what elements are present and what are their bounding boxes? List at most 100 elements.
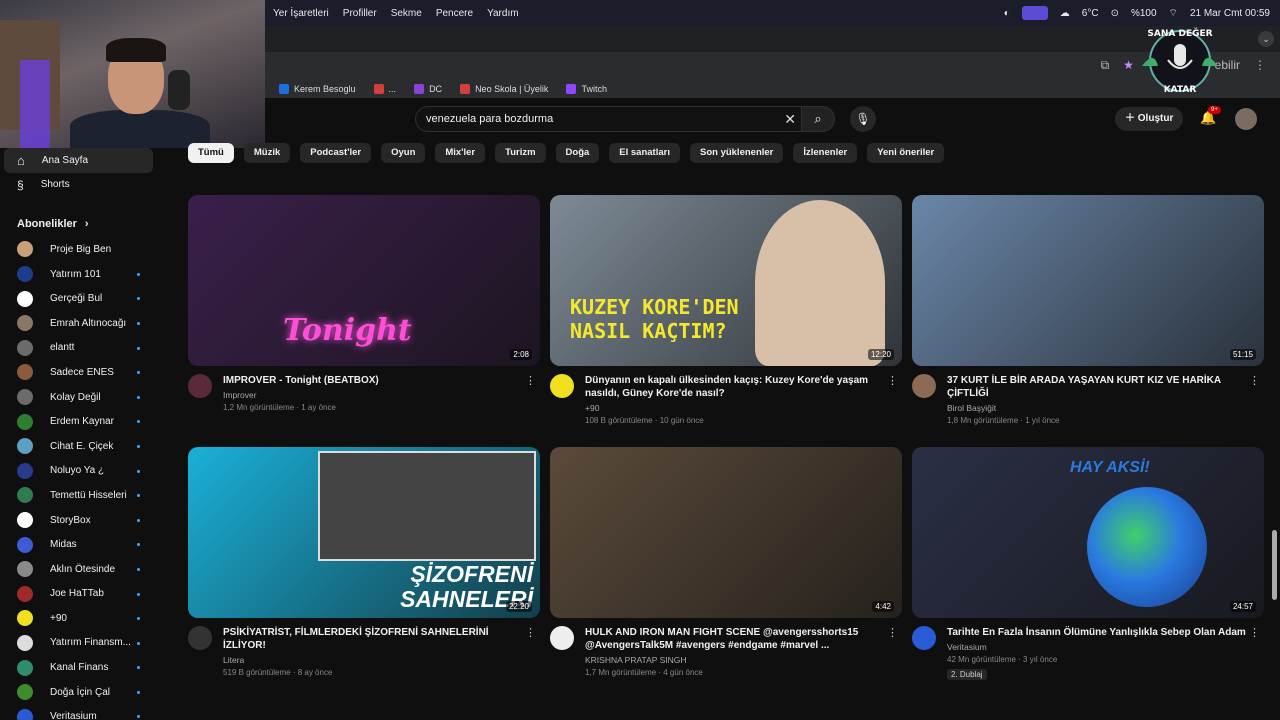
subscription-item[interactable]: Midas [0,532,165,557]
subscription-item[interactable]: Cihat E. Çiçek [0,434,165,459]
channel-avatar[interactable] [912,374,936,398]
sidebar-shorts-label: Shorts [40,179,70,191]
subscription-item[interactable]: Kanal Finans [0,655,165,680]
cast-icon[interactable]: ⧉ [1101,58,1110,73]
video-thumbnail[interactable]: ŞİZOFRENİ SAHNELERİ 22:20 [188,447,540,618]
search-input[interactable]: venezuela para bozdurma ✕ [415,106,805,132]
subscription-item[interactable]: elantt [0,336,165,361]
channel-name[interactable]: +90 [585,403,902,413]
subscription-item[interactable]: Noluyo Ya ¿ [0,459,165,484]
subscription-item[interactable]: Kolay Değil [0,385,165,410]
subscription-item[interactable]: Yatırım 101 [0,262,165,287]
filter-chip[interactable]: Son yüklenenler [689,143,784,163]
video-title[interactable]: HULK AND IRON MAN FIGHT SCENE @avengerss… [585,626,902,652]
wifi-icon[interactable]: ⌔ [1169,7,1178,20]
subscription-item[interactable]: Gerçeği Bul [0,286,165,311]
video-title[interactable]: Dünyanın en kapalı ülkesinden kaçış: Kuz… [585,374,902,400]
more-options-icon[interactable]: ⋮ [1249,626,1260,639]
subscriptions-heading[interactable]: Abonelikler › [0,211,165,237]
more-options-icon[interactable]: ⋮ [525,374,536,387]
channel-name[interactable]: Improver [223,390,540,400]
more-options-icon[interactable]: ⋮ [1249,374,1260,387]
voice-search-button[interactable]: 🎙 [850,106,876,132]
video-title[interactable]: IMPROVER - Tonight (BEATBOX) [223,374,540,387]
more-options-icon[interactable]: ⋮ [887,374,898,387]
video-thumbnail[interactable]: HAY AKSİ! 24:57 [912,447,1264,618]
sidebar-item-home[interactable]: ⌂ Ana Sayfa [4,148,153,173]
filter-chip[interactable]: Podcast'ler [300,143,372,163]
bookmark-item[interactable]: DC [414,84,442,94]
subscription-item[interactable]: +90 [0,606,165,631]
mac-menu-item[interactable]: Profiller [343,8,377,19]
filter-chip[interactable]: Müzik [243,143,291,163]
search-button[interactable]: ⌕ [801,106,835,132]
subscription-item[interactable]: Erdem Kaynar [0,409,165,434]
subscription-item[interactable]: Emrah Altınocağı [0,311,165,336]
tab-search-icon[interactable]: ⌄ [1258,31,1274,47]
filter-chip[interactable]: Oyun [381,143,426,163]
subscription-item[interactable]: Temettü Hisseleri [0,483,165,508]
bookmark-item[interactable]: Neo Skola | Üyelik [460,84,548,94]
channel-avatar[interactable] [188,626,212,650]
video-card[interactable]: 51:15 37 KURT İLE BİR ARADA YAŞAYAN KURT … [912,195,1264,425]
channel-avatar[interactable] [550,374,574,398]
filter-chip[interactable]: Doğa [555,143,600,163]
video-card[interactable]: Tonight 2:08 IMPROVER - Tonight (BEATBOX) I… [188,195,540,412]
channel-avatar[interactable] [188,374,212,398]
channel-name[interactable]: Birol Başyiğit [947,403,1264,413]
mac-menu-item[interactable]: Sekme [391,8,422,19]
video-card[interactable]: ŞİZOFRENİ SAHNELERİ 22:20 PSİKİYATRİST, Fİ… [188,447,540,677]
subscription-item[interactable]: Doğa İçin Çal [0,680,165,705]
video-title[interactable]: PSİKİYATRİST, FİLMLERDEKİ ŞİZOFRENİ SAHN… [223,626,540,652]
video-title[interactable]: 37 KURT İLE BİR ARADA YAŞAYAN KURT KIZ V… [947,374,1264,400]
mac-menu-item[interactable]: Yardım [487,8,519,19]
clear-search-icon[interactable]: ✕ [784,107,796,131]
video-thumbnail[interactable]: KUZEY KORE'DEN NASIL KAÇTIM? 12:20 [550,195,902,366]
more-options-icon[interactable]: ⋮ [525,626,536,639]
filter-chip[interactable]: Yeni öneriler [867,143,945,163]
video-thumbnail[interactable]: 51:15 [912,195,1264,366]
video-title[interactable]: Tarihte En Fazla İnsanın Ölümüne Yanlışl… [947,626,1264,639]
bookmark-item[interactable]: Twitch [566,84,607,94]
create-button[interactable]: ＋ Oluştur [1115,107,1184,131]
filter-chip[interactable]: El sanatları [609,143,680,163]
video-card[interactable]: 4:42 HULK AND IRON MAN FIGHT SCENE @aveng… [550,447,902,677]
subscription-item[interactable]: Sadece ENES [0,360,165,385]
subscription-item[interactable]: Proje Big Ben [0,237,165,262]
channel-avatar[interactable] [912,626,936,650]
bookmark-item[interactable]: Kerem Besoglu [279,84,356,94]
video-thumbnail[interactable]: Tonight 2:08 [188,195,540,366]
new-content-dot [137,494,140,498]
filter-chip[interactable]: Tümü [188,143,234,163]
display-icon[interactable] [1021,6,1048,20]
filter-chip[interactable]: Mix'ler [435,143,486,163]
mac-menu-item[interactable]: Pencere [436,8,473,19]
bookmark-item[interactable]: ... [373,84,396,94]
channel-name[interactable]: Litera [223,655,540,665]
channel-avatar[interactable] [550,626,574,650]
more-options-icon[interactable]: ⋮ [887,626,898,639]
filter-chip[interactable]: Turizm [495,143,546,163]
scrollbar-thumb[interactable] [1272,530,1277,600]
new-content-dot [137,666,140,670]
clock[interactable]: 21 Mar Cmt 00:59 [1190,8,1270,19]
notifications-button[interactable]: 🔔 9+ [1200,106,1221,126]
subscription-name: elantt [50,342,75,354]
video-card[interactable]: KUZEY KORE'DEN NASIL KAÇTIM? 12:20 Dünyanı… [550,195,902,425]
channel-name[interactable]: Veritasium [947,642,1264,652]
channel-name[interactable]: KRISHNA PRATAP SINGH [585,655,902,665]
subscription-item[interactable]: Veritasium [0,704,165,720]
account-avatar[interactable] [1235,108,1257,130]
mac-menu-item[interactable]: Yer İşaretleri [273,8,329,19]
filter-chip[interactable]: İzlenenler [793,143,858,163]
kebab-menu-icon[interactable]: ⋮ [1254,58,1266,73]
video-card[interactable]: HAY AKSİ! 24:57 Tarihte En Fazla İnsanın Ö… [912,447,1264,682]
screen-record-icon[interactable]: ◐ [1004,8,1010,19]
subscription-item[interactable]: StoryBox [0,508,165,533]
subscription-item[interactable]: Joe HaTTab [0,582,165,607]
play-icon[interactable]: ⊙ [1111,8,1119,19]
sidebar-item-shorts[interactable]: § Shorts [0,173,165,198]
video-thumbnail[interactable]: 4:42 [550,447,902,618]
subscription-item[interactable]: Aklın Ötesinde [0,557,165,582]
subscription-item[interactable]: Yatırım Finansm... [0,631,165,656]
